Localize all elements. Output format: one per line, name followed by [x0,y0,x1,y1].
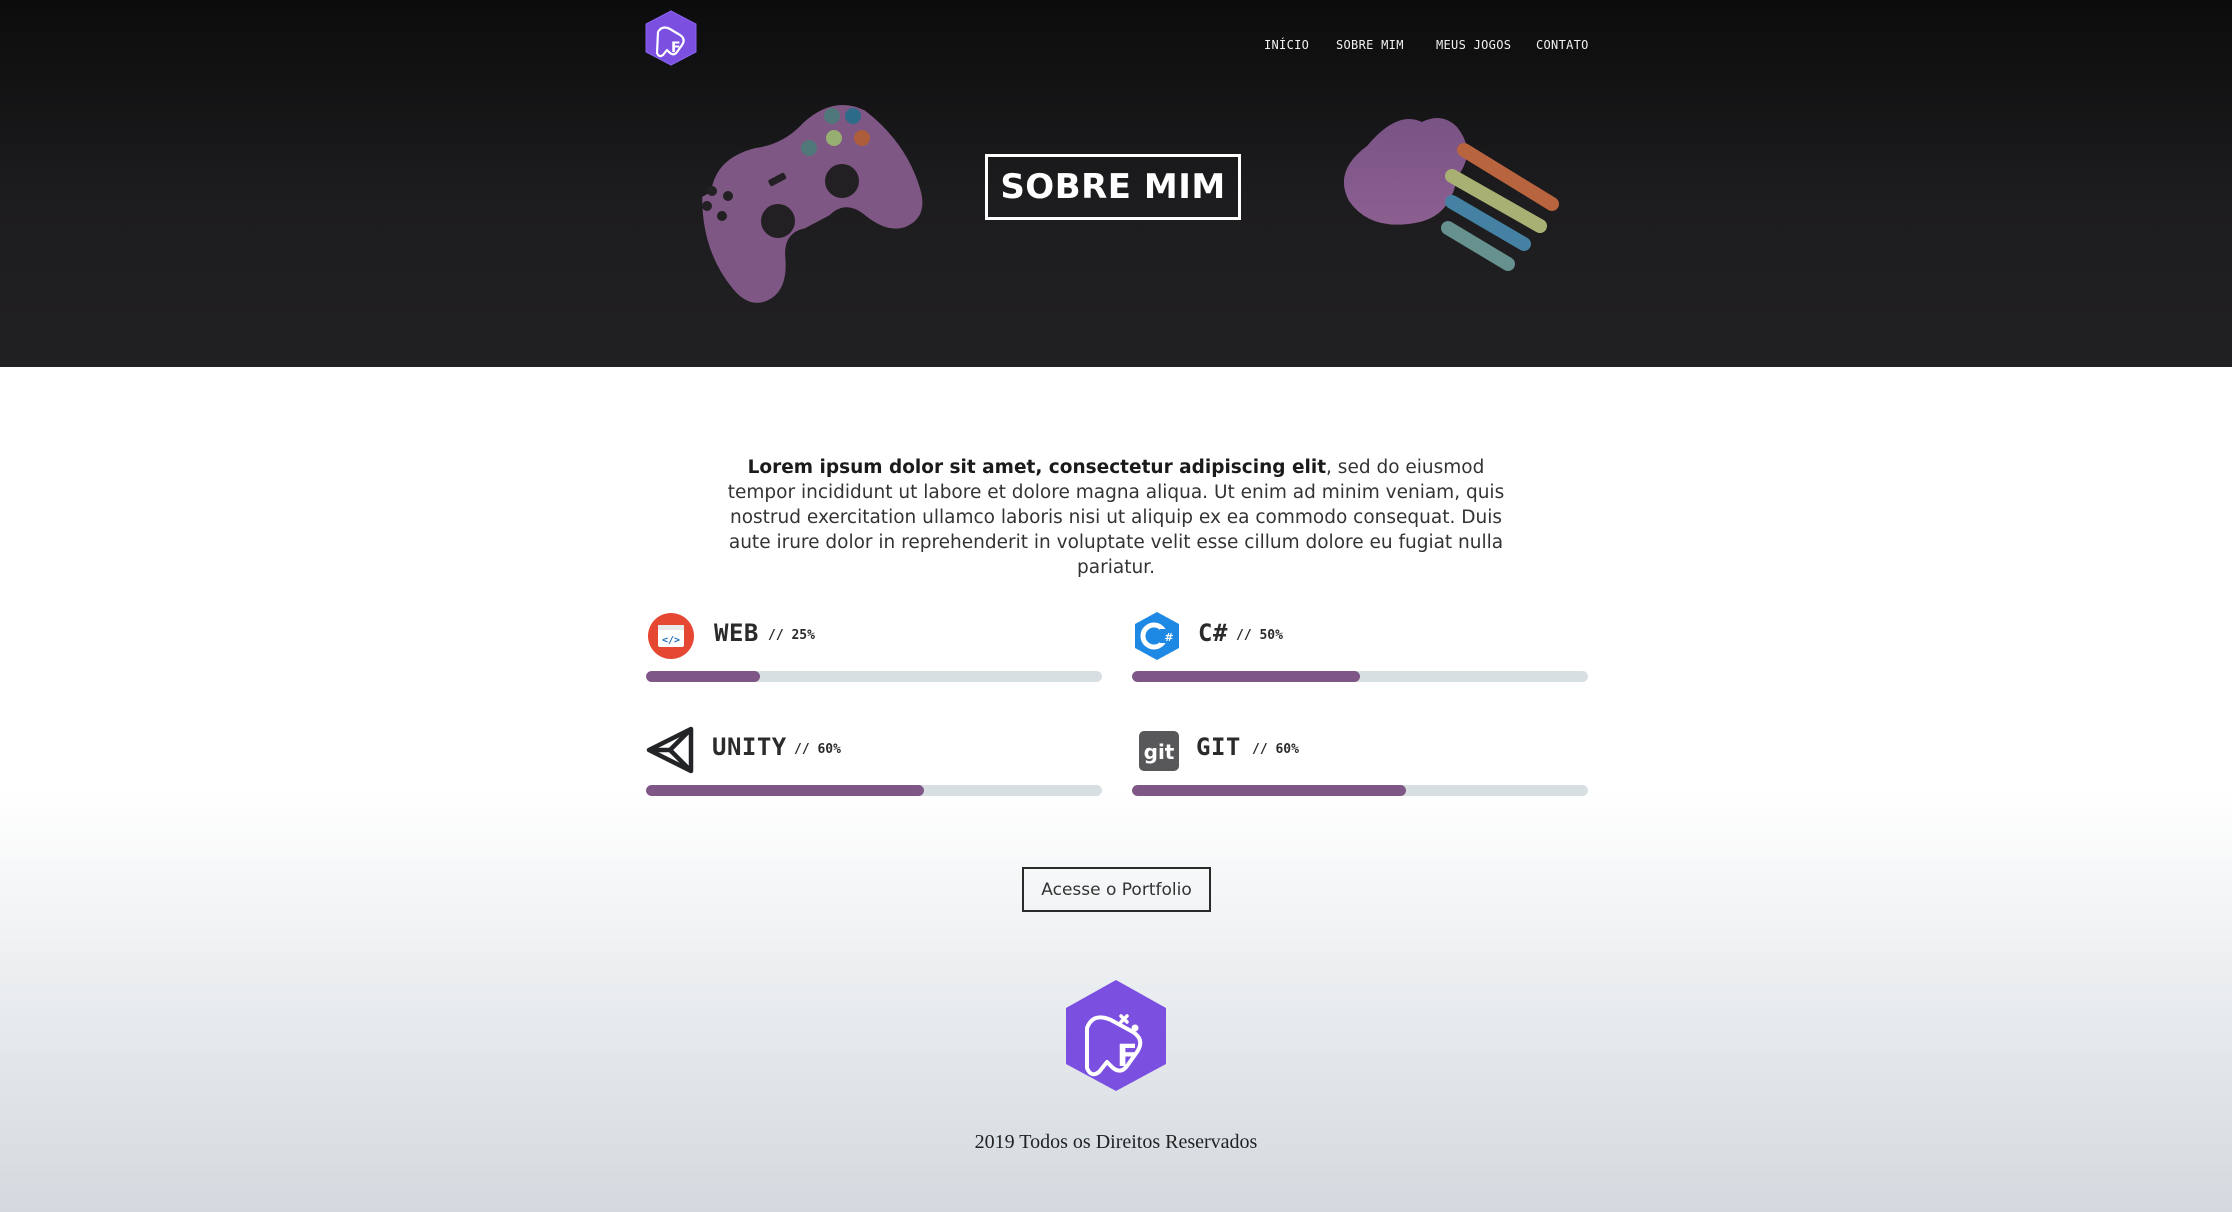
brand-logo-icon[interactable]: F [644,10,698,66]
skill-name: UNITY [712,733,787,761]
skill-name: C# [1198,619,1228,647]
progress-track [646,785,1102,796]
svg-text:#: # [1164,631,1173,644]
intro-paragraph: Lorem ipsum dolor sit amet, consectetur … [720,455,1512,580]
portfolio-button[interactable]: Acesse o Portfolio [1022,867,1211,912]
hero-title: SOBRE MIM [985,154,1241,220]
svg-text:F: F [671,40,681,56]
nav-sobre-mim[interactable]: SOBRE MIM [1336,38,1404,52]
rainbow-blob-icon [1343,118,1559,271]
footer-copyright: 2019 Todos os Direitos Reservados [974,1131,1258,1153]
progress-track [1132,785,1588,796]
nav-inicio[interactable]: INÍCIO [1264,38,1309,52]
svg-text:</>: </> [662,635,680,646]
progress-track [646,671,1102,682]
skill-web: </> WEB // 25% [646,611,1102,682]
svg-text:F: F [1117,1039,1138,1074]
skill-percent: // 60% [1252,742,1299,757]
hero-banner: F INÍCIO SOBRE MIM MEUS JOGOS CONTATO SO… [0,0,2232,367]
unity-icon [646,726,694,774]
skill-percent: // 60% [794,742,841,757]
skill-unity: UNITY // 60% [646,725,1102,796]
svg-text:git: git [1144,740,1175,764]
skill-percent: // 50% [1236,628,1283,643]
nav-meus-jogos[interactable]: MEUS JOGOS [1436,38,1511,52]
progress-fill [646,785,925,796]
skill-name: WEB [714,619,759,647]
git-icon: git [1139,731,1179,771]
gamepad-icon [702,104,923,303]
skill-csharp: # C# // 50% [1132,611,1588,682]
progress-fill [646,671,760,682]
csharp-icon: # [1135,612,1179,660]
skill-name: GIT [1196,733,1241,761]
progress-fill [1132,671,1360,682]
skill-git: git GIT // 60% [1132,725,1588,796]
progress-fill [1132,785,1406,796]
html-code-icon: </> [648,613,694,659]
brand-logo-icon: F [1066,980,1166,1091]
progress-track [1132,671,1588,682]
intro-bold: Lorem ipsum dolor sit amet, consectetur … [747,456,1327,478]
nav-contato[interactable]: CONTATO [1536,38,1589,52]
skill-percent: // 25% [768,628,815,643]
